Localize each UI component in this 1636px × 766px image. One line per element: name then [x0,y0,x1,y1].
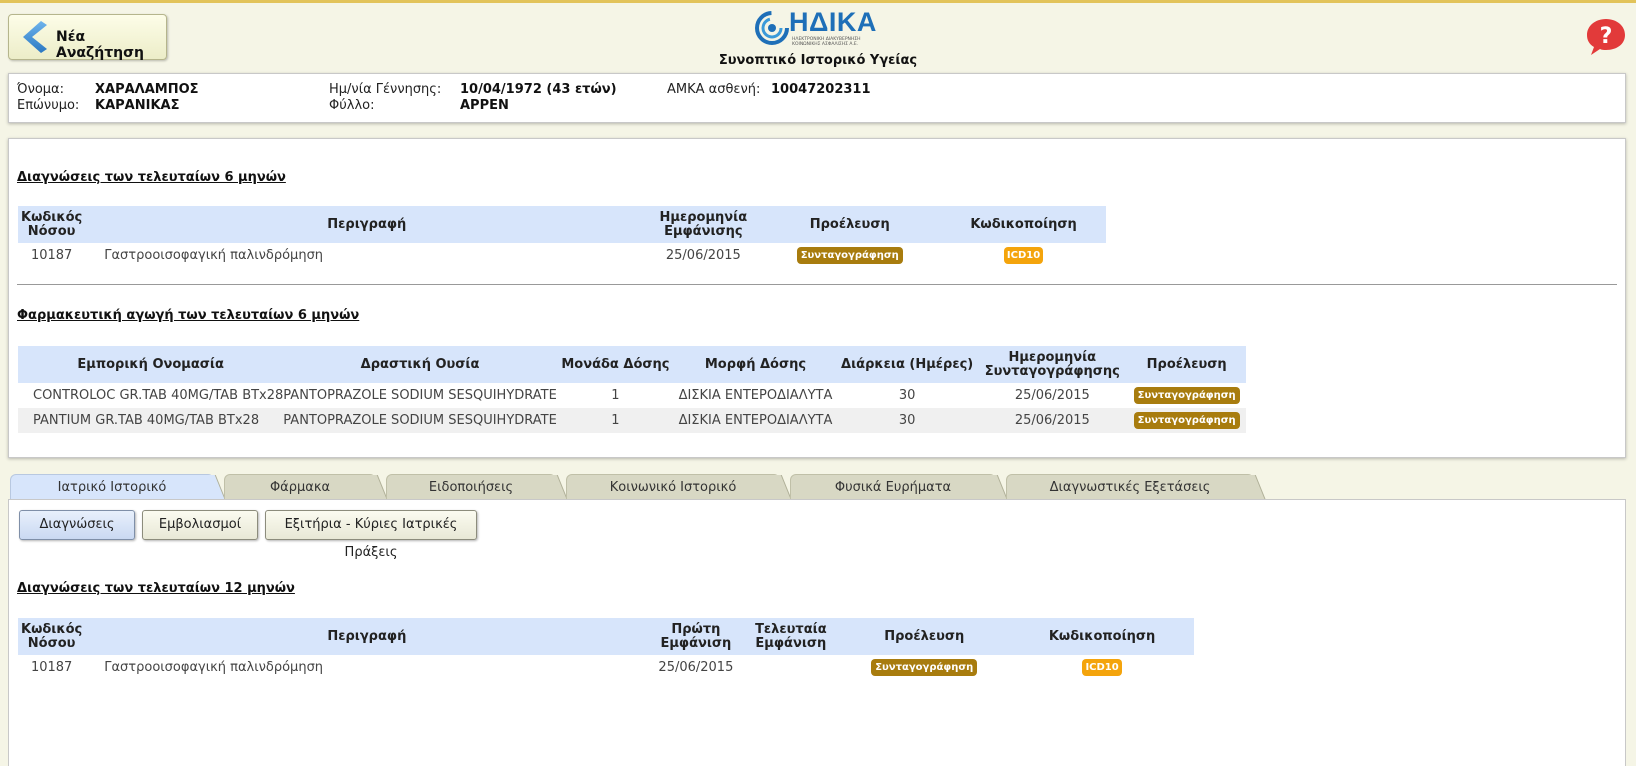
col-code: Κωδικός Νόσου [18,618,86,655]
help-glyph: ? [1600,24,1613,49]
col-coding: Κωδικοποίηση [1010,618,1194,655]
cell-substance: PANTOPRAZOLE SODIUM SESQUIHYDRATE [283,388,557,403]
cell-origin: Συνταγογράφηση [1127,408,1246,433]
col-origin: Προέλευση [758,206,942,243]
col-substance: Δραστική Ουσία [283,346,557,383]
summary-panel: Διαγνώσεις των τελευταίων 6 μηνών Κωδικό… [8,138,1626,458]
meds-6m-table: Εμπορική Ονομασία Δραστική Ουσία Μονάδα … [18,346,1246,433]
vaccinations-subtab-button[interactable]: Εμβολιασμοί [142,510,258,540]
col-description: Περιγραφή [85,618,649,655]
cell-dose-unit: 1 [611,388,620,403]
cell-description: Γαστροοισοφαγική παλινδρόμηση [104,660,324,675]
table-row: 10187 Γαστροοισοφαγική παλινδρόμηση 25/0… [18,655,1194,680]
col-code: Κωδικός Νόσου [18,206,86,243]
origin-badge: Συνταγογράφηση [871,659,978,676]
page-title: Συνοπτικό Ιστορικό Υγείας [718,53,918,68]
table-header-row: Κωδικός Νόσου Περιγραφή Ημερομηνία Εμφάν… [18,206,1106,243]
icd-badge: ICD10 [1003,247,1044,264]
last-name-label: Επώνυμο: [17,98,80,113]
origin-badge: Συνταγογράφηση [796,247,903,264]
discharges-subtab-button[interactable]: Εξιτήρια - Κύριες Ιατρικές Πράξεις [265,510,477,560]
sex-value: ΑΡΡΕΝ [460,98,509,113]
logo-subtitle: ΗΛΕΚΤΡΟΝΙΚΗ ΔΙΑΚΥΒΕΡΝΗΣΗ ΚΟΙΝΩΝΙΚΗΣ ΑΣΦΑ… [792,37,861,47]
cell-dose-unit: 1 [556,408,674,433]
cell-coding: ICD10 [941,243,1106,268]
cell-code: 10187 [30,248,73,263]
col-origin: Προέλευση [838,618,1011,655]
table-header-row: Εμπορική Ονομασία Δραστική Ουσία Μονάδα … [18,346,1246,383]
last-name-value: ΚΑΡΑΝΙΚΑΣ [95,98,180,113]
cell-trade-name: CONTROLOC GR.TAB 40MG/TAB BTx28 [33,388,284,403]
diagnoses-6m-table: Κωδικός Νόσου Περιγραφή Ημερομηνία Εμφάν… [18,206,1106,268]
medical-history-panel: Διαγνώσεις Εμβολιασμοί Εξιτήρια - Κύριες… [8,499,1626,766]
col-trade-name: Εμπορική Ονομασία [18,346,284,383]
table-row: PANTIUM GR.TAB 40MG/TAB BTx28 PANTOPRAZO… [18,408,1246,433]
cell-substance: PANTOPRAZOLE SODIUM SESQUIHYDRATE [283,408,557,433]
origin-badge: Συνταγογράφηση [1133,412,1240,429]
icd-badge: ICD10 [1082,659,1122,676]
cell-origin: Συνταγογράφηση [838,655,1010,680]
cell-dose-form: ΔΙΣΚΙΑ ΕΝΤΕΡΟΔΙΑΛΥΤΑ [673,408,837,433]
cell-rx-date: 25/06/2015 [1014,388,1090,403]
dob-value: 10/04/1972 (43 ετών) [460,82,617,97]
table-row: CONTROLOC GR.TAB 40MG/TAB BTx28 PANTOPRA… [18,383,1246,408]
tab-medications[interactable]: Φάρμακα [224,474,376,500]
patient-info-box: Όνομα: ΧΑΡΑΛΑΜΠΟΣ Επώνυμο: ΚΑΡΑΝΙΚΑΣ Ημ/… [8,73,1626,123]
tab-social-history[interactable]: Κοινωνικό Ιστορικό [566,474,780,500]
cell-date: 25/06/2015 [665,248,741,263]
first-name-value: ΧΑΡΑΛΑΜΠΟΣ [95,82,199,97]
section-divider [17,284,1617,285]
col-coding: Κωδικοποίηση [941,206,1106,243]
diagnoses-subtab-button[interactable]: Διαγνώσεις [19,510,135,540]
col-dose-unit: Μονάδα Δόσης [556,346,674,383]
col-rx-date: Ημερομηνία Συνταγογράφησης [977,346,1128,383]
col-first-seen: Πρώτη Εμφάνιση [648,618,744,655]
tab-notifications[interactable]: Ειδοποιήσεις [386,474,556,500]
tab-physical-findings[interactable]: Φυσικά Ευρήματα [790,474,996,500]
cell-rx-date: 25/06/2015 [977,408,1128,433]
table-row: 10187 Γαστροοισοφαγική παλινδρόμηση 25/0… [18,243,1106,268]
chevron-left-icon [23,21,47,53]
origin-badge: Συνταγογράφηση [1133,387,1240,404]
cell-duration: 30 [836,408,978,433]
col-description: Περιγραφή [85,206,649,243]
idika-logo: ΗΔΙΚΑ ΗΛΕΚΤΡΟΝΙΚΗ ΔΙΑΚΥΒΕΡΝΗΣΗ ΚΟΙΝΩΝΙΚΗ… [755,7,877,51]
col-duration: Διάρκεια (Ημέρες) [836,346,978,383]
diagnoses-12m-title: Διαγνώσεις των τελευταίων 12 μηνών [17,581,295,596]
cell-first-seen: 25/06/2015 [658,660,734,675]
history-tabs: Ιατρικό Ιστορικό Φάρμακα Ειδοποιήσεις Κο… [10,474,1260,501]
logo-wordmark: ΗΔΙΚΑ [789,7,877,37]
first-name-label: Όνομα: [17,82,64,97]
idika-swirl-icon [755,11,789,45]
col-date: Ημερομηνία Εμφάνισης [648,206,759,243]
cell-code: 10187 [30,660,73,675]
cell-dose-form: ΔΙΣΚΙΑ ΕΝΤΕΡΟΔΙΑΛΥΤΑ [678,388,833,403]
cell-origin: Συνταγογράφηση [758,243,941,268]
tab-diagnostic-tests[interactable]: Διαγνωστικές Εξετάσεις [1006,474,1254,500]
cell-coding: ICD10 [1010,655,1194,680]
cell-duration: 30 [898,388,916,403]
col-origin: Προέλευση [1127,346,1246,383]
cell-last-seen [743,655,838,680]
col-dose-form: Μορφή Δόσης [673,346,837,383]
col-last-seen: Τελευταία Εμφάνιση [743,618,839,655]
dob-label: Ημ/νία Γέννησης: [329,82,442,97]
table-header-row: Κωδικός Νόσου Περιγραφή Πρώτη Εμφάνιση Τ… [18,618,1194,655]
cell-origin: Συνταγογράφηση [1127,383,1246,408]
diagnoses-6m-title: Διαγνώσεις των τελευταίων 6 μηνών [17,170,286,185]
meds-6m-title: Φαρμακευτική αγωγή των τελευταίων 6 μηνώ… [17,308,360,323]
amka-label: ΑΜΚΑ ασθενή: [667,82,761,97]
cell-trade-name: PANTIUM GR.TAB 40MG/TAB BTx28 [18,408,284,433]
tab-medical-history[interactable]: Ιατρικό Ιστορικό [10,474,214,501]
header: Νέα Αναζήτηση ΗΔΙΚΑ ΗΛΕΚΤΡΟΝΙΚΗ ΔΙΑΚΥΒΕΡ… [0,3,1636,69]
amka-value: 10047202311 [771,82,871,97]
diagnoses-12m-table: Κωδικός Νόσου Περιγραφή Πρώτη Εμφάνιση Τ… [18,618,1194,680]
cell-description: Γαστροοισοφαγική παλινδρόμηση [104,248,324,263]
help-icon[interactable]: ? [1586,17,1626,57]
sex-label: Φύλλο: [329,98,375,113]
